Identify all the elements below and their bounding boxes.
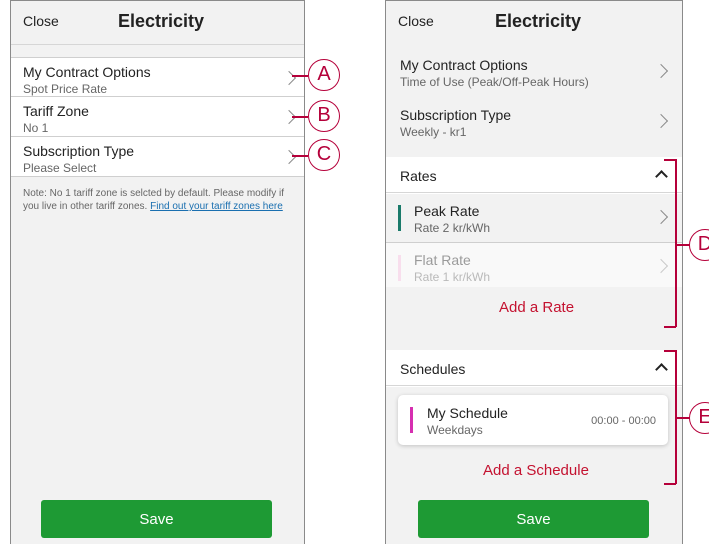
close-button[interactable]: Close	[398, 13, 434, 29]
schedule-color-bar	[410, 407, 413, 433]
row-label: My Contract Options	[400, 57, 528, 73]
callout-c: C	[308, 139, 340, 171]
rate-value: Rate 1 kr/kWh	[414, 270, 491, 284]
bracket-d-vertical	[675, 159, 677, 327]
callout-b: B	[308, 100, 340, 132]
bracket-e-bottom	[664, 483, 676, 485]
row-label: Tariff Zone	[23, 103, 89, 119]
close-button[interactable]: Close	[23, 13, 59, 29]
rates-section: Rates Peak Rate Rate 2 kr/kWh Flat Rate …	[386, 157, 682, 332]
right-screen: Close Electricity My Contract Options Ti…	[385, 0, 683, 544]
subscription-type-row[interactable]: Subscription Type Please Select	[11, 137, 304, 177]
section-title: Rates	[400, 168, 437, 184]
row-label: Subscription Type	[23, 143, 135, 159]
rates-header[interactable]: Rates	[386, 157, 682, 193]
rate-color-bar	[398, 255, 401, 281]
add-rate-button[interactable]: Add a Rate	[499, 299, 574, 316]
add-schedule-button[interactable]: Add a Schedule	[483, 462, 589, 479]
header: Close Electricity	[386, 1, 682, 45]
header: Close Electricity	[11, 1, 304, 45]
row-value: Spot Price Rate	[23, 82, 108, 96]
section-title: Schedules	[400, 361, 466, 377]
rate-item-flat[interactable]: Flat Rate Rate 1 kr/kWh	[386, 243, 682, 287]
chevron-up-icon	[655, 170, 668, 183]
row-label: Subscription Type	[400, 107, 512, 123]
rate-color-bar	[398, 205, 401, 231]
schedule-days: Weekdays	[427, 423, 483, 437]
save-button[interactable]: Save	[41, 500, 272, 538]
rate-label: Flat Rate	[414, 252, 471, 268]
page-title: Electricity	[495, 11, 582, 31]
row-label: My Contract Options	[23, 64, 151, 80]
chevron-up-icon	[655, 363, 668, 376]
page-title: Electricity	[118, 11, 205, 31]
schedule-time: 00:00 - 00:00	[591, 415, 656, 427]
add-rate-area: Add a Rate	[386, 287, 682, 332]
chevron-right-icon	[653, 63, 669, 79]
bracket-d-bottom	[664, 326, 676, 328]
chevron-right-icon	[281, 70, 297, 86]
left-screen: Close Electricity My Contract Options Sp…	[10, 0, 305, 544]
callout-e: E	[689, 402, 709, 434]
row-value: Time of Use (Peak/Off-Peak Hours)	[400, 75, 589, 89]
rate-value: Rate 2 kr/kWh	[414, 221, 491, 235]
contract-options-row[interactable]: My Contract Options Spot Price Rate	[11, 57, 304, 97]
callout-e-line	[676, 417, 690, 419]
callout-a: A	[308, 59, 340, 91]
rate-label: Peak Rate	[414, 203, 480, 219]
row-value: Please Select	[23, 161, 97, 175]
callout-a-line	[292, 75, 308, 77]
tariff-zone-row[interactable]: Tariff Zone No 1	[11, 97, 304, 137]
schedule-card[interactable]: My Schedule Weekdays 00:00 - 00:00	[398, 395, 668, 445]
chevron-right-icon	[653, 113, 669, 129]
tariff-note: Note: No 1 tariff zone is selcted by def…	[11, 177, 304, 213]
callout-b-line	[292, 116, 308, 118]
schedules-body: My Schedule Weekdays 00:00 - 00:00 Add a…	[386, 387, 682, 490]
save-button[interactable]: Save	[418, 500, 649, 538]
schedule-label: My Schedule	[427, 405, 508, 421]
callout-d-line	[676, 244, 690, 246]
chevron-right-icon	[653, 209, 669, 225]
chevron-right-icon	[653, 258, 669, 274]
contract-options-row[interactable]: My Contract Options Time of Use (Peak/Of…	[386, 47, 682, 97]
tariff-zones-link[interactable]: Find out your tariff zones here	[150, 201, 283, 212]
schedules-header[interactable]: Schedules	[386, 350, 682, 386]
row-value: Weekly - kr1	[400, 125, 467, 139]
subscription-type-row[interactable]: Subscription Type Weekly - kr1	[386, 97, 682, 147]
rate-item-peak[interactable]: Peak Rate Rate 2 kr/kWh	[386, 194, 682, 243]
chevron-right-icon	[281, 149, 297, 165]
callout-c-line	[292, 155, 308, 157]
schedules-section: Schedules My Schedule Weekdays 00:00 - 0…	[386, 350, 682, 490]
callout-d: D	[689, 229, 709, 261]
row-value: No 1	[23, 121, 49, 135]
